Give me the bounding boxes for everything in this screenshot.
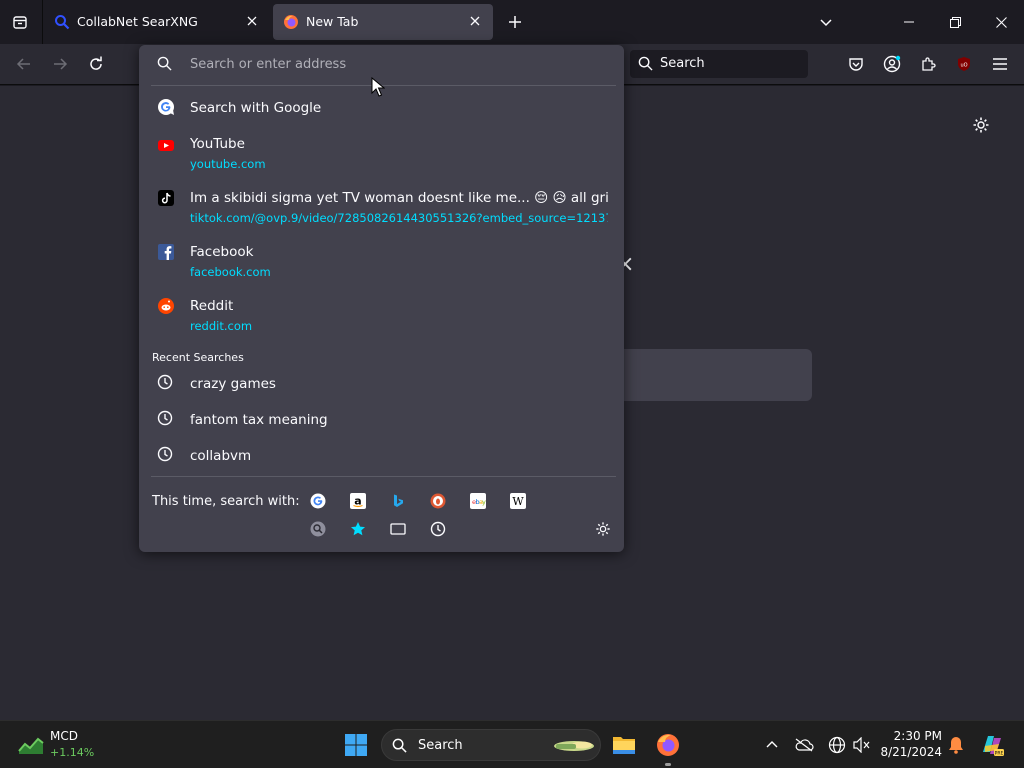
result-title: Facebook xyxy=(190,244,254,260)
result-url: facebook.com xyxy=(190,265,271,279)
one-off-search-label: This time, search with: xyxy=(152,494,300,509)
reload-icon[interactable] xyxy=(84,52,108,76)
youtube-icon xyxy=(157,136,175,154)
pocket-icon[interactable] xyxy=(844,52,868,76)
recent-search-text: collabvm xyxy=(190,448,252,464)
svg-text:y: y xyxy=(482,498,486,506)
search-highlight-icon xyxy=(552,736,596,756)
result-title: Reddit xyxy=(190,298,234,314)
file-explorer-icon[interactable] xyxy=(612,733,636,757)
result-title: Im a skibidi sigma yet TV woman doesnt l… xyxy=(190,190,608,206)
result-reddit[interactable]: Reddit reddit.com xyxy=(139,295,624,337)
divider xyxy=(151,476,616,477)
notification-bell-icon[interactable] xyxy=(944,733,968,757)
tab-new-tab[interactable]: New Tab xyxy=(273,4,493,40)
svg-text:W: W xyxy=(512,495,524,508)
volume-muted-icon[interactable] xyxy=(850,733,874,757)
firefox-taskbar-icon[interactable] xyxy=(656,733,680,757)
history-icon[interactable] xyxy=(429,520,447,538)
svg-text:PRE: PRE xyxy=(995,751,1004,757)
amazon-icon[interactable]: a xyxy=(349,492,367,510)
gear-icon[interactable] xyxy=(972,116,992,136)
duckduckgo-icon[interactable] xyxy=(429,492,447,510)
bookmarks-icon[interactable] xyxy=(349,520,367,538)
running-indicator xyxy=(665,763,671,766)
stock-change: +1.14% xyxy=(50,746,95,759)
restore-button[interactable] xyxy=(932,0,978,44)
svg-text:uO: uO xyxy=(960,63,967,69)
page-search-box[interactable] xyxy=(612,349,812,401)
urlbar-dropdown: Search or enter address Search with Goog… xyxy=(139,45,624,552)
search-engines-icon[interactable] xyxy=(309,520,327,538)
network-globe-icon[interactable] xyxy=(825,733,849,757)
bing-icon[interactable] xyxy=(389,492,407,510)
result-title: Search with Google xyxy=(190,100,322,116)
clock-time[interactable]: 2:30 PM xyxy=(884,729,942,743)
search-icon xyxy=(392,738,407,757)
search-bar-placeholder: Search xyxy=(660,56,705,71)
google-icon xyxy=(157,98,175,116)
windows-taskbar: MCD +1.14% Search 2:30 PM 8/21/2024 PRE xyxy=(0,720,1024,768)
reddit-icon xyxy=(157,297,175,315)
result-search-google[interactable]: Search with Google xyxy=(139,95,624,121)
result-tiktok[interactable]: Im a skibidi sigma yet TV woman doesnt l… xyxy=(139,187,624,229)
history-clock-icon xyxy=(157,410,175,428)
facebook-icon xyxy=(157,243,175,261)
address-placeholder: Search or enter address xyxy=(190,57,347,72)
back-arrow-icon[interactable] xyxy=(12,52,36,76)
forward-arrow-icon[interactable] xyxy=(48,52,72,76)
account-icon[interactable] xyxy=(880,52,904,76)
result-url: tiktok.com/@ovp.9/video/7285082614430551… xyxy=(190,211,608,225)
tabs-icon[interactable] xyxy=(389,520,407,538)
result-facebook[interactable]: Facebook facebook.com xyxy=(139,241,624,283)
mouse-cursor-icon xyxy=(371,76,386,97)
searxng-icon xyxy=(54,14,70,30)
minimize-button[interactable] xyxy=(886,0,932,44)
result-url: youtube.com xyxy=(190,157,266,171)
ebay-icon[interactable]: ebay xyxy=(469,492,487,510)
result-url: reddit.com xyxy=(190,319,253,333)
copilot-icon[interactable]: PRE xyxy=(978,731,1006,759)
history-clock-icon xyxy=(157,446,175,464)
firefox-icon xyxy=(283,14,299,30)
taskbar-search[interactable]: Search xyxy=(381,729,601,761)
close-icon[interactable] xyxy=(244,13,260,29)
search-settings-gear-icon[interactable] xyxy=(594,520,612,538)
recent-search-item[interactable]: crazy games xyxy=(139,371,624,397)
tab-title: CollabNet SearXNG xyxy=(77,14,198,29)
clock-date[interactable]: 8/21/2024 xyxy=(880,745,942,759)
result-youtube[interactable]: YouTube youtube.com xyxy=(139,133,624,175)
new-tab-button[interactable] xyxy=(503,10,527,34)
recent-search-text: crazy games xyxy=(190,376,276,392)
tab-collabnet-searxng[interactable]: CollabNet SearXNG xyxy=(44,4,270,40)
search-bar[interactable]: Search xyxy=(630,50,808,78)
taskbar-search-label: Search xyxy=(418,738,463,753)
history-clock-icon xyxy=(157,374,175,392)
google-icon[interactable] xyxy=(309,492,327,510)
stock-symbol[interactable]: MCD xyxy=(50,729,78,743)
recent-search-text: fantom tax meaning xyxy=(190,412,328,428)
tab-separator xyxy=(42,0,43,44)
recent-searches-heading: Recent Searches xyxy=(152,351,244,364)
recent-search-item[interactable]: collabvm xyxy=(139,443,624,469)
tab-manager-icon[interactable] xyxy=(8,10,32,34)
onedrive-offline-icon[interactable] xyxy=(792,733,816,757)
menu-icon[interactable] xyxy=(988,52,1012,76)
chevron-up-icon[interactable] xyxy=(760,733,784,757)
extensions-icon[interactable] xyxy=(916,52,940,76)
tab-strip: CollabNet SearXNG New Tab xyxy=(0,0,1024,44)
tab-title: New Tab xyxy=(306,14,359,29)
list-all-tabs-icon[interactable] xyxy=(814,10,838,34)
wikipedia-icon[interactable]: W xyxy=(509,492,527,510)
close-window-button[interactable] xyxy=(978,0,1024,44)
close-icon[interactable] xyxy=(467,13,483,29)
recent-search-item[interactable]: fantom tax meaning xyxy=(139,407,624,433)
ublock-origin-icon[interactable]: uO xyxy=(952,52,976,76)
windows-start-icon[interactable] xyxy=(343,732,369,758)
tiktok-icon xyxy=(157,189,175,207)
stock-chart-icon[interactable] xyxy=(18,735,44,755)
search-icon xyxy=(157,56,172,75)
search-icon xyxy=(638,56,653,75)
result-title: YouTube xyxy=(190,136,245,152)
